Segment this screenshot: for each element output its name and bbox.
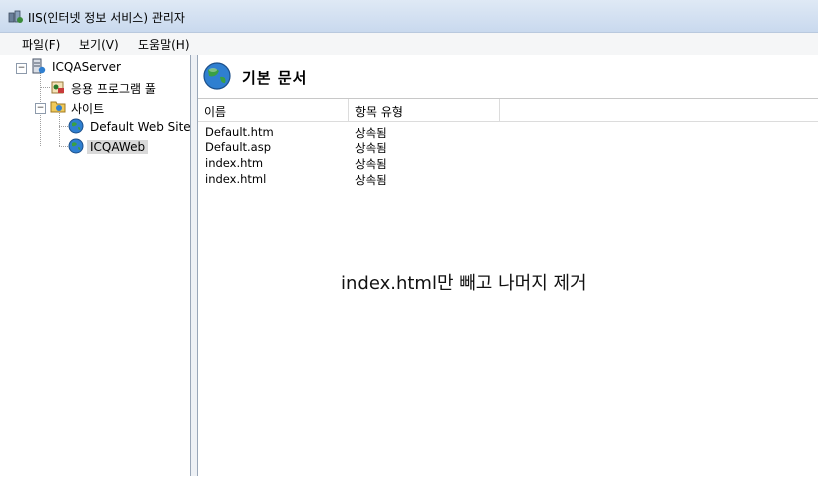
tree-item-label: 응용 프로그램 풀 — [71, 82, 156, 96]
cell-entry-type: 상속됨 — [355, 173, 387, 187]
connections-tree: − ICQAServer 응용 프로그램 풀 − 사이트 Default Web… — [0, 55, 191, 476]
tree-item-label: Default Web Site — [90, 120, 191, 134]
cell-name: Default.asp — [205, 140, 272, 154]
tree-item-server[interactable]: − ICQAServer — [0, 58, 190, 76]
menu-help[interactable]: 도움말(H) — [136, 36, 192, 53]
pane-splitter[interactable] — [191, 55, 198, 476]
tree-item-default-web-site[interactable]: Default Web Site — [0, 118, 191, 136]
tree-item-icqaweb[interactable]: ICQAWeb — [0, 138, 190, 156]
tree-item-label: 사이트 — [71, 102, 105, 116]
collapse-icon[interactable]: − — [35, 103, 46, 114]
tree-item-label: ICQAServer — [52, 60, 121, 74]
menu-file[interactable]: 파일(F) — [20, 36, 62, 53]
default-documents-list: 이름 항목 유형 Default.htm 상속됨 Default.asp 상속됨… — [198, 98, 818, 477]
tree-item-app-pools[interactable]: 응용 프로그램 풀 — [0, 78, 190, 96]
column-header-filler — [500, 99, 818, 122]
feature-header: 기본 문서 — [198, 55, 818, 97]
cell-name: index.html — [205, 172, 267, 186]
cell-entry-type: 상속됨 — [355, 141, 387, 155]
cell-entry-type: 상속됨 — [355, 157, 387, 171]
feature-pane: 기본 문서 이름 항목 유형 Default.htm 상속됨 Default.a… — [198, 55, 818, 476]
menu-bar: 파일(F) 보기(V) 도움말(H) — [0, 33, 818, 56]
title-bar: IIS(인터넷 정보 서비스) 관리자 — [0, 0, 818, 33]
cell-name: index.htm — [205, 156, 264, 170]
menu-view[interactable]: 보기(V) — [77, 36, 121, 53]
globe-icon — [203, 62, 231, 90]
window-title: IIS(인터넷 정보 서비스) 관리자 — [28, 11, 185, 25]
table-row[interactable]: Default.asp 상속됨 — [198, 140, 818, 156]
server-icon — [32, 58, 46, 74]
column-header-entry-type[interactable]: 항목 유형 — [349, 99, 500, 122]
collapse-icon[interactable]: − — [16, 63, 27, 74]
cell-name: Default.htm — [205, 125, 274, 139]
tree-item-label: ICQAWeb — [87, 140, 149, 154]
iis-manager-icon — [8, 10, 23, 23]
page-title: 기본 문서 — [242, 69, 308, 87]
cell-entry-type: 상속됨 — [355, 126, 387, 140]
table-row[interactable]: Default.htm 상속됨 — [198, 124, 818, 140]
sites-folder-icon — [50, 101, 66, 113]
app-pool-icon — [51, 81, 64, 94]
table-row[interactable]: index.htm 상속됨 — [198, 156, 818, 172]
table-row[interactable]: index.html 상속됨 — [198, 172, 818, 188]
column-header-name[interactable]: 이름 — [198, 99, 349, 122]
globe-icon — [68, 138, 84, 154]
tree-item-sites[interactable]: − 사이트 — [0, 98, 190, 116]
annotation-text: index.html만 빼고 나머지 제거 — [341, 273, 587, 294]
globe-icon — [68, 118, 84, 134]
